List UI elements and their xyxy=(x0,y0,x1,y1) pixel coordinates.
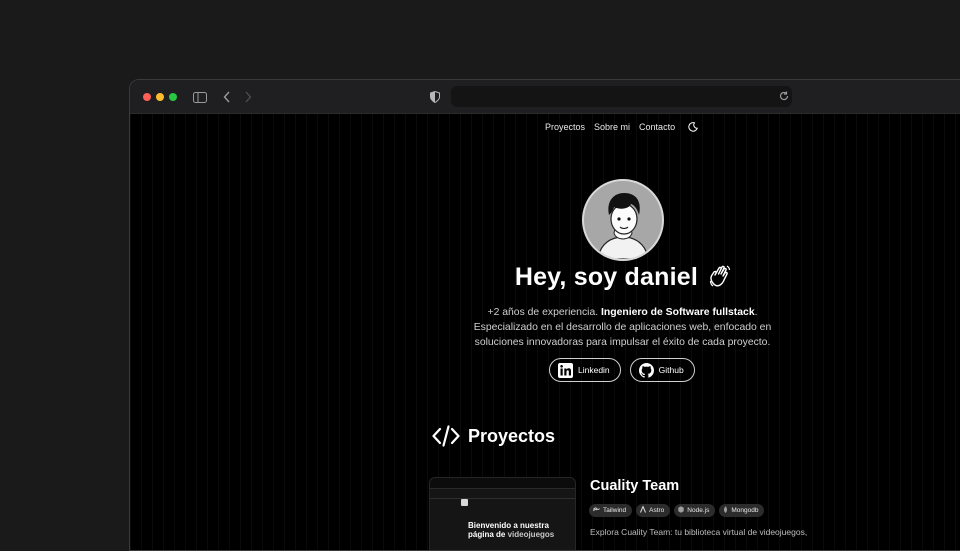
tailwind-icon xyxy=(593,507,600,514)
close-window-button[interactable] xyxy=(143,93,151,101)
nav-link-about[interactable]: Sobre mi xyxy=(594,122,630,132)
shield-icon[interactable] xyxy=(427,89,443,105)
mongodb-icon xyxy=(723,505,728,516)
thumbnail-title: Bienvenido a nuestra página de videojueg… xyxy=(468,521,554,539)
github-icon xyxy=(638,362,654,378)
thumbnail-divider xyxy=(430,498,575,499)
tag-mongodb: Mongodb xyxy=(719,504,765,517)
thumbnail-topbar xyxy=(430,478,575,489)
tag-astro: Astro xyxy=(636,504,671,517)
thumbnail-title-line1: Bienvenido a nuestra xyxy=(468,521,549,530)
avatar xyxy=(582,179,664,261)
linkedin-button[interactable]: Linkedin xyxy=(549,358,621,382)
project-title[interactable]: Cuality Team xyxy=(590,478,679,494)
tag-label: Mongodb xyxy=(731,507,759,514)
forward-icon[interactable] xyxy=(240,89,256,105)
nav-link-contact[interactable]: Contacto xyxy=(639,122,675,132)
hero-desc-role: Ingeniero de Software fullstack xyxy=(601,307,755,318)
sidebar-toggle-icon[interactable] xyxy=(192,89,208,105)
tag-label: Node.js xyxy=(687,507,710,514)
code-icon xyxy=(432,425,460,447)
minimize-window-button[interactable] xyxy=(156,93,164,101)
astro-icon xyxy=(640,505,647,515)
waving-hand-icon xyxy=(709,264,731,295)
projects-heading-text: Proyectos xyxy=(468,425,556,446)
nav-link-projects[interactable]: Proyectos xyxy=(545,122,585,132)
browser-window: Proyectos Sobre mi Contacto Hey, soy dan… xyxy=(129,79,960,551)
nodejs-icon xyxy=(678,506,684,515)
maximize-window-button[interactable] xyxy=(169,93,177,101)
github-label: Github xyxy=(658,365,684,375)
projects-heading: Proyectos xyxy=(432,425,555,447)
address-bar[interactable] xyxy=(451,86,792,107)
project-description: Explora Cuality Team: tu biblioteca virt… xyxy=(590,527,808,537)
browser-toolbar xyxy=(130,80,960,114)
tag-nodejs: Node.js xyxy=(674,504,716,517)
moon-icon[interactable] xyxy=(688,122,698,132)
tag-tailwind: Tailwind xyxy=(589,504,633,517)
back-icon[interactable] xyxy=(219,89,235,105)
tag-label: Astro xyxy=(649,507,665,514)
github-button[interactable]: Github xyxy=(629,358,695,382)
linkedin-label: Linkedin xyxy=(578,365,610,375)
thumbnail-logo xyxy=(461,499,468,506)
hero-desc-prefix: +2 años de experiencia. xyxy=(487,307,602,318)
thumbnail-title-line2a: página de xyxy=(468,530,508,539)
linkedin-icon xyxy=(558,362,573,378)
hero-description: +2 años de experiencia. Ingeniero de Sof… xyxy=(460,305,785,350)
top-nav: Proyectos Sobre mi Contacto xyxy=(545,122,698,132)
hero-title-text: Hey, soy daniel xyxy=(514,263,698,291)
project-tags: Tailwind Astro Node.js Mongodb xyxy=(589,504,765,517)
hero-title: Hey, soy daniel xyxy=(130,263,960,295)
reload-icon[interactable] xyxy=(777,89,791,103)
social-links: Linkedin Github xyxy=(549,358,695,382)
webpage: Proyectos Sobre mi Contacto Hey, soy dan… xyxy=(130,114,960,550)
tag-label: Tailwind xyxy=(603,507,627,514)
thumbnail-title-line2b: videojuegos xyxy=(507,530,555,539)
